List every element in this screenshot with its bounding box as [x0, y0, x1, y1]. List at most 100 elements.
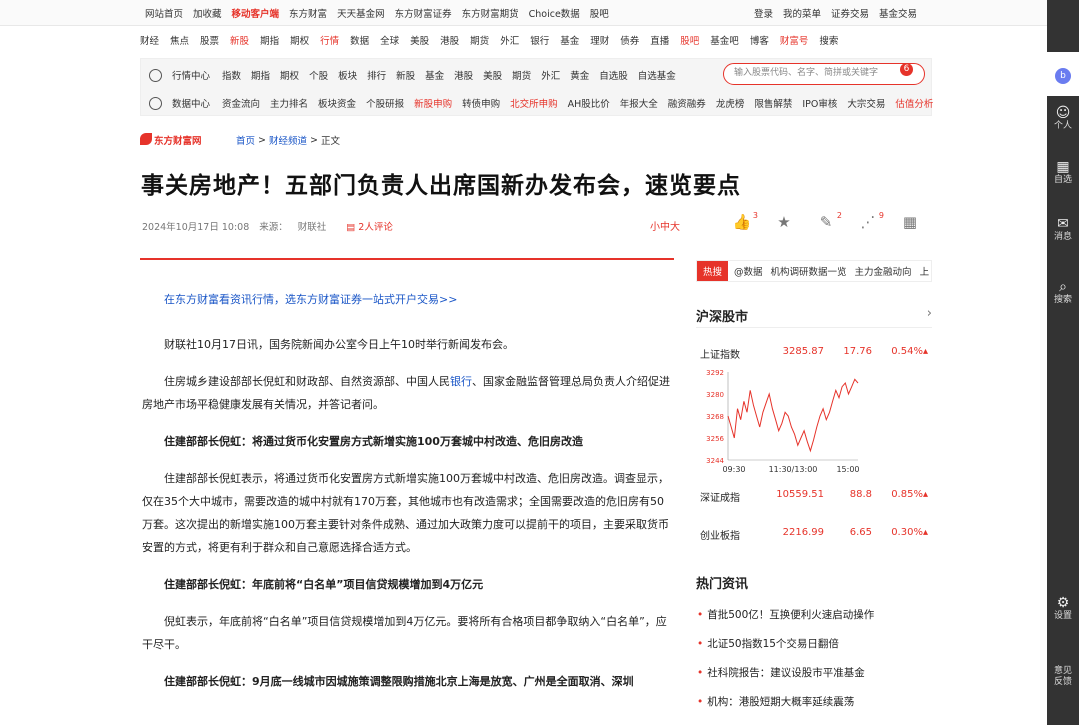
channel-link[interactable]: 焦点 [170, 33, 189, 47]
data-link[interactable]: IPO审核 [802, 96, 837, 110]
channel-link[interactable]: 全球 [380, 33, 399, 47]
news-item[interactable]: • 北证50指数15个交易日翻倍 [697, 636, 839, 651]
news-item[interactable]: • 社科院报告：建议设股市平准基金 [697, 665, 865, 680]
channel-link[interactable]: 银行 [530, 33, 549, 47]
channel-link[interactable]: 股票 [200, 33, 219, 47]
index-row[interactable]: 深证成指 10559.51 88.8 0.85%▴ [700, 489, 932, 504]
data-link[interactable]: 年报大全 [620, 96, 658, 110]
breadcrumb-home[interactable]: 首页 [236, 133, 255, 147]
market-link[interactable]: 黄金 [570, 68, 589, 82]
channel-link[interactable]: 基金吧 [710, 33, 739, 47]
channel-link[interactable]: 新股 [230, 33, 249, 47]
font-size-switch[interactable]: 小中大 [650, 218, 680, 233]
channel-link[interactable]: 理财 [590, 33, 609, 47]
market-link[interactable]: 期货 [512, 68, 531, 82]
rail-profile[interactable]: ☺ 个人 [1047, 106, 1079, 132]
data-link[interactable]: 融资融券 [668, 96, 706, 110]
market-link[interactable]: 外汇 [541, 68, 560, 82]
share-button[interactable]: ⋰ 9 [856, 211, 885, 233]
top-link[interactable]: 东方财富证券 [395, 6, 452, 20]
channel-link[interactable]: 期货 [470, 33, 489, 47]
rail-feedback[interactable]: 意见反馈 [1047, 666, 1079, 688]
index-row[interactable]: 创业板指 2216.99 6.65 0.30%▴ [700, 527, 932, 542]
data-link[interactable]: 主力排名 [270, 96, 308, 110]
data-link[interactable]: 估值分析 [895, 96, 933, 110]
top-link[interactable]: 网站首页 [145, 6, 183, 20]
top-link[interactable]: 证券交易 [831, 6, 869, 20]
data-link[interactable]: 限售解禁 [754, 96, 792, 110]
qrcode-button[interactable]: ▦ [898, 213, 922, 233]
data-link[interactable]: 大宗交易 [847, 96, 885, 110]
market-link[interactable]: 期指 [251, 68, 270, 82]
comment-count-link[interactable]: ▤ 2人评论 [346, 219, 403, 233]
channel-link[interactable]: 基金 [560, 33, 579, 47]
data-link[interactable]: 北交所申购 [510, 96, 558, 110]
channel-link[interactable]: 博客 [750, 33, 769, 47]
market-link[interactable]: 期权 [280, 68, 299, 82]
market-link[interactable]: 指数 [222, 68, 241, 82]
top-link[interactable]: 登录 [754, 6, 773, 20]
rail-search[interactable]: ⌕ 搜索 [1047, 280, 1079, 306]
data-link[interactable]: 板块资金 [318, 96, 356, 110]
favorite-button[interactable]: ★ [772, 213, 796, 233]
comment-button[interactable]: ✎ 2 [814, 211, 842, 233]
top-link[interactable]: 东方财富期货 [462, 6, 519, 20]
market-link[interactable]: 自选基金 [638, 68, 676, 82]
breadcrumb-channel[interactable]: 财经频道 [269, 133, 307, 147]
top-link[interactable]: Choice数据 [529, 6, 580, 20]
market-link[interactable]: 自选股 [599, 68, 628, 82]
channel-link[interactable]: 行情 [320, 33, 339, 47]
channel-link[interactable]: 股吧 [680, 33, 699, 47]
stock-search-input[interactable]: 输入股票代码、名字、简拼或关键字 [723, 63, 925, 85]
top-link[interactable]: 天天基金网 [337, 6, 385, 20]
top-link[interactable]: 移动客户端 [232, 6, 280, 20]
channel-link[interactable]: 数据 [350, 33, 369, 47]
channel-link[interactable]: 搜索 [819, 33, 838, 47]
channel-link[interactable]: 期权 [290, 33, 309, 47]
channel-link[interactable]: 外汇 [500, 33, 519, 47]
rail-settings[interactable]: ⚙ 设置 [1047, 596, 1079, 622]
top-link[interactable]: 东方财富 [289, 6, 327, 20]
channel-link[interactable]: 债券 [620, 33, 639, 47]
data-link[interactable]: 个股研报 [366, 96, 404, 110]
market-link[interactable]: 港股 [454, 68, 473, 82]
rail-app-slot[interactable]: b [1047, 52, 1079, 96]
top-link[interactable]: 加收藏 [193, 6, 222, 20]
market-link[interactable]: 美股 [483, 68, 502, 82]
channel-link[interactable]: 财经 [140, 33, 159, 47]
account-promo-link[interactable]: 在东方财富看资讯行情，选东方财富证券一站式开户交易>> [142, 288, 674, 311]
market-link[interactable]: 个股 [309, 68, 328, 82]
search-badge[interactable]: 6 [900, 63, 913, 76]
market-link[interactable]: 板块 [338, 68, 357, 82]
channel-link[interactable]: 美股 [410, 33, 429, 47]
top-link[interactable]: 我的菜单 [783, 6, 821, 20]
hot-search-item[interactable]: 主力金融动向 [855, 264, 912, 278]
data-link[interactable]: 转债申购 [462, 96, 500, 110]
market-link[interactable]: 新股 [396, 68, 415, 82]
market-link[interactable]: 基金 [425, 68, 444, 82]
index-row[interactable]: 上证指数 3285.87 17.76 0.54%▴ [700, 346, 932, 361]
channel-link[interactable]: 直播 [650, 33, 669, 47]
data-link[interactable]: 资金流向 [222, 96, 260, 110]
rail-watchlist[interactable]: ▦ 自选 [1047, 160, 1079, 186]
top-link[interactable]: 股吧 [590, 6, 609, 20]
market-section-header[interactable]: 沪深股市 › [696, 306, 932, 328]
channel-link[interactable]: 港股 [440, 33, 459, 47]
channel-link[interactable]: 期指 [260, 33, 279, 47]
data-link[interactable]: 新股申购 [414, 96, 452, 110]
like-button[interactable]: 👍 3 [730, 211, 758, 233]
data-link[interactable]: 龙虎榜 [716, 96, 745, 110]
news-item[interactable]: • 首批500亿！互换便利火速启动操作 [697, 607, 874, 622]
top-link[interactable]: 基金交易 [879, 6, 917, 20]
market-link[interactable]: 排行 [367, 68, 386, 82]
bank-link[interactable]: 银行 [450, 375, 472, 388]
rail-messages[interactable]: ✉ 消息 [1047, 217, 1079, 243]
news-item[interactable]: • 机构：港股短期大概率延续震荡 [697, 694, 854, 709]
hot-search-item[interactable]: @数据 [734, 264, 763, 278]
data-link[interactable]: AH股比价 [568, 96, 610, 110]
channel-link[interactable]: 财富号 [780, 33, 809, 47]
subheading: 住建部部长倪虹：9月底一线城市因城施策调整限购措施北京上海是放宽、广州是全面取消… [164, 675, 634, 688]
eastmoney-logo[interactable]: 东方财富网 [140, 131, 226, 149]
hot-search-item[interactable]: 机构调研数据一览 [771, 264, 847, 278]
hot-search-item[interactable]: 上 [920, 264, 930, 278]
